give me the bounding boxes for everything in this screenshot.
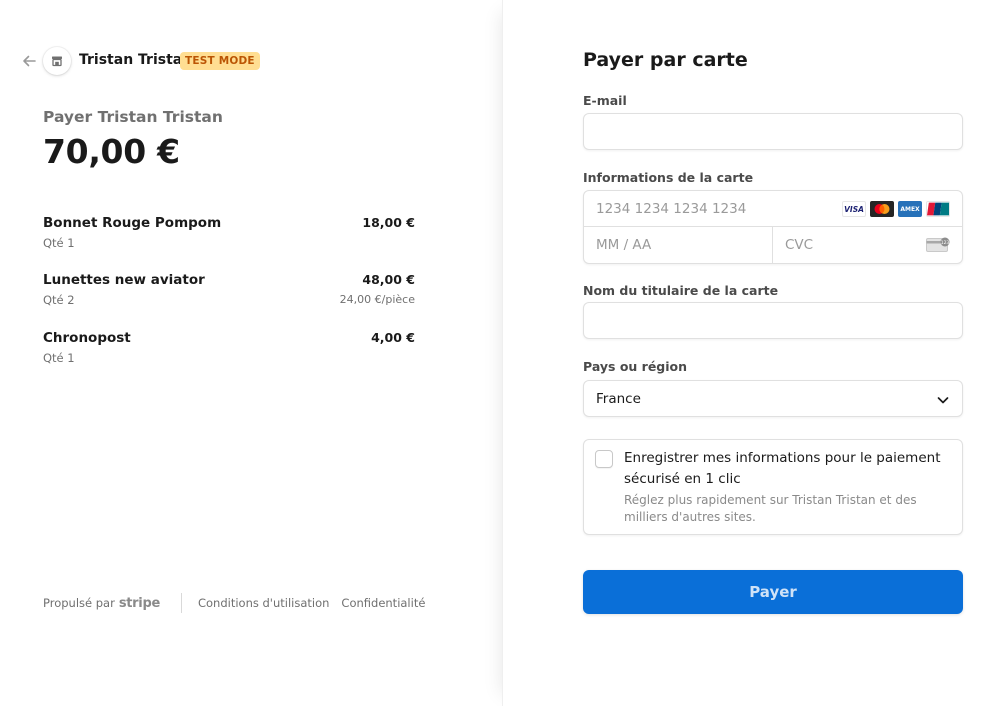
line-item-price: 4,00 € [371, 330, 415, 345]
expiry-input[interactable] [584, 227, 773, 263]
back-arrow-icon[interactable] [21, 53, 37, 69]
country-label: Pays ou région [583, 359, 688, 374]
terms-link[interactable]: Conditions d'utilisation [198, 596, 329, 610]
line-item-unit-price: 24,00 €/pièce [339, 293, 415, 306]
country-select[interactable]: France [583, 380, 963, 417]
stripe-logo[interactable]: stripe [119, 596, 160, 611]
powered-by-label: Propulsé par [43, 596, 115, 610]
test-mode-badge: TEST MODE [180, 52, 260, 70]
merchant-store-icon [43, 47, 71, 75]
card-brands: VISA AMEX [842, 201, 950, 217]
footer: Propulsé par stripe Conditions d'utilisa… [43, 593, 437, 613]
line-item-price: 48,00 € [362, 272, 415, 287]
save-info-title: Enregistrer mes informations pour le pai… [624, 450, 941, 487]
email-label: E-mail [583, 93, 627, 108]
form-title: Payer par carte [583, 49, 748, 71]
merchant-name: Tristan Tristan [79, 52, 193, 68]
cardholder-name-field[interactable] [583, 302, 963, 339]
email-field[interactable] [583, 113, 963, 150]
chevron-down-icon [937, 397, 949, 404]
country-value: France [596, 391, 641, 407]
line-item-qty: Qté 2 [43, 293, 75, 307]
line-item-qty: Qté 1 [43, 351, 75, 365]
total-amount: 70,00 € [43, 132, 180, 171]
line-item: Chronopost 4,00 € Qté 1 [43, 330, 415, 370]
order-summary-panel: Tristan Tristan TEST MODE Payer Tristan … [0, 0, 502, 706]
line-item-name: Chronopost [43, 330, 131, 346]
save-info-checkbox[interactable] [595, 450, 613, 468]
line-item-price: 18,00 € [362, 215, 415, 230]
line-item-qty: Qté 1 [43, 236, 75, 250]
privacy-link[interactable]: Confidentialité [341, 596, 425, 610]
save-info-box: Enregistrer mes informations pour le pai… [583, 439, 963, 535]
save-info-subtitle: Réglez plus rapidement sur Tristan Trist… [624, 493, 917, 524]
visa-icon: VISA [842, 201, 866, 217]
line-item: Bonnet Rouge Pompom 18,00 € Qté 1 [43, 215, 415, 255]
footer-divider [180, 593, 182, 613]
amex-icon: AMEX [898, 201, 922, 217]
pay-merchant-label: Payer Tristan Tristan [43, 108, 223, 126]
cvc-card-icon: 123 [926, 237, 950, 252]
cardholder-label: Nom du titulaire de la carte [583, 283, 779, 298]
line-item-name: Bonnet Rouge Pompom [43, 215, 222, 231]
mastercard-icon [870, 201, 894, 217]
unionpay-icon [926, 201, 950, 217]
line-item-name: Lunettes new aviator [43, 272, 205, 288]
svg-text:123: 123 [941, 240, 950, 246]
card-info-label: Informations de la carte [583, 170, 754, 185]
card-info-group: VISA AMEX 123 [583, 190, 963, 264]
line-item: Lunettes new aviator 48,00 € Qté 2 24,00… [43, 272, 415, 312]
pay-button[interactable]: Payer [583, 570, 963, 614]
